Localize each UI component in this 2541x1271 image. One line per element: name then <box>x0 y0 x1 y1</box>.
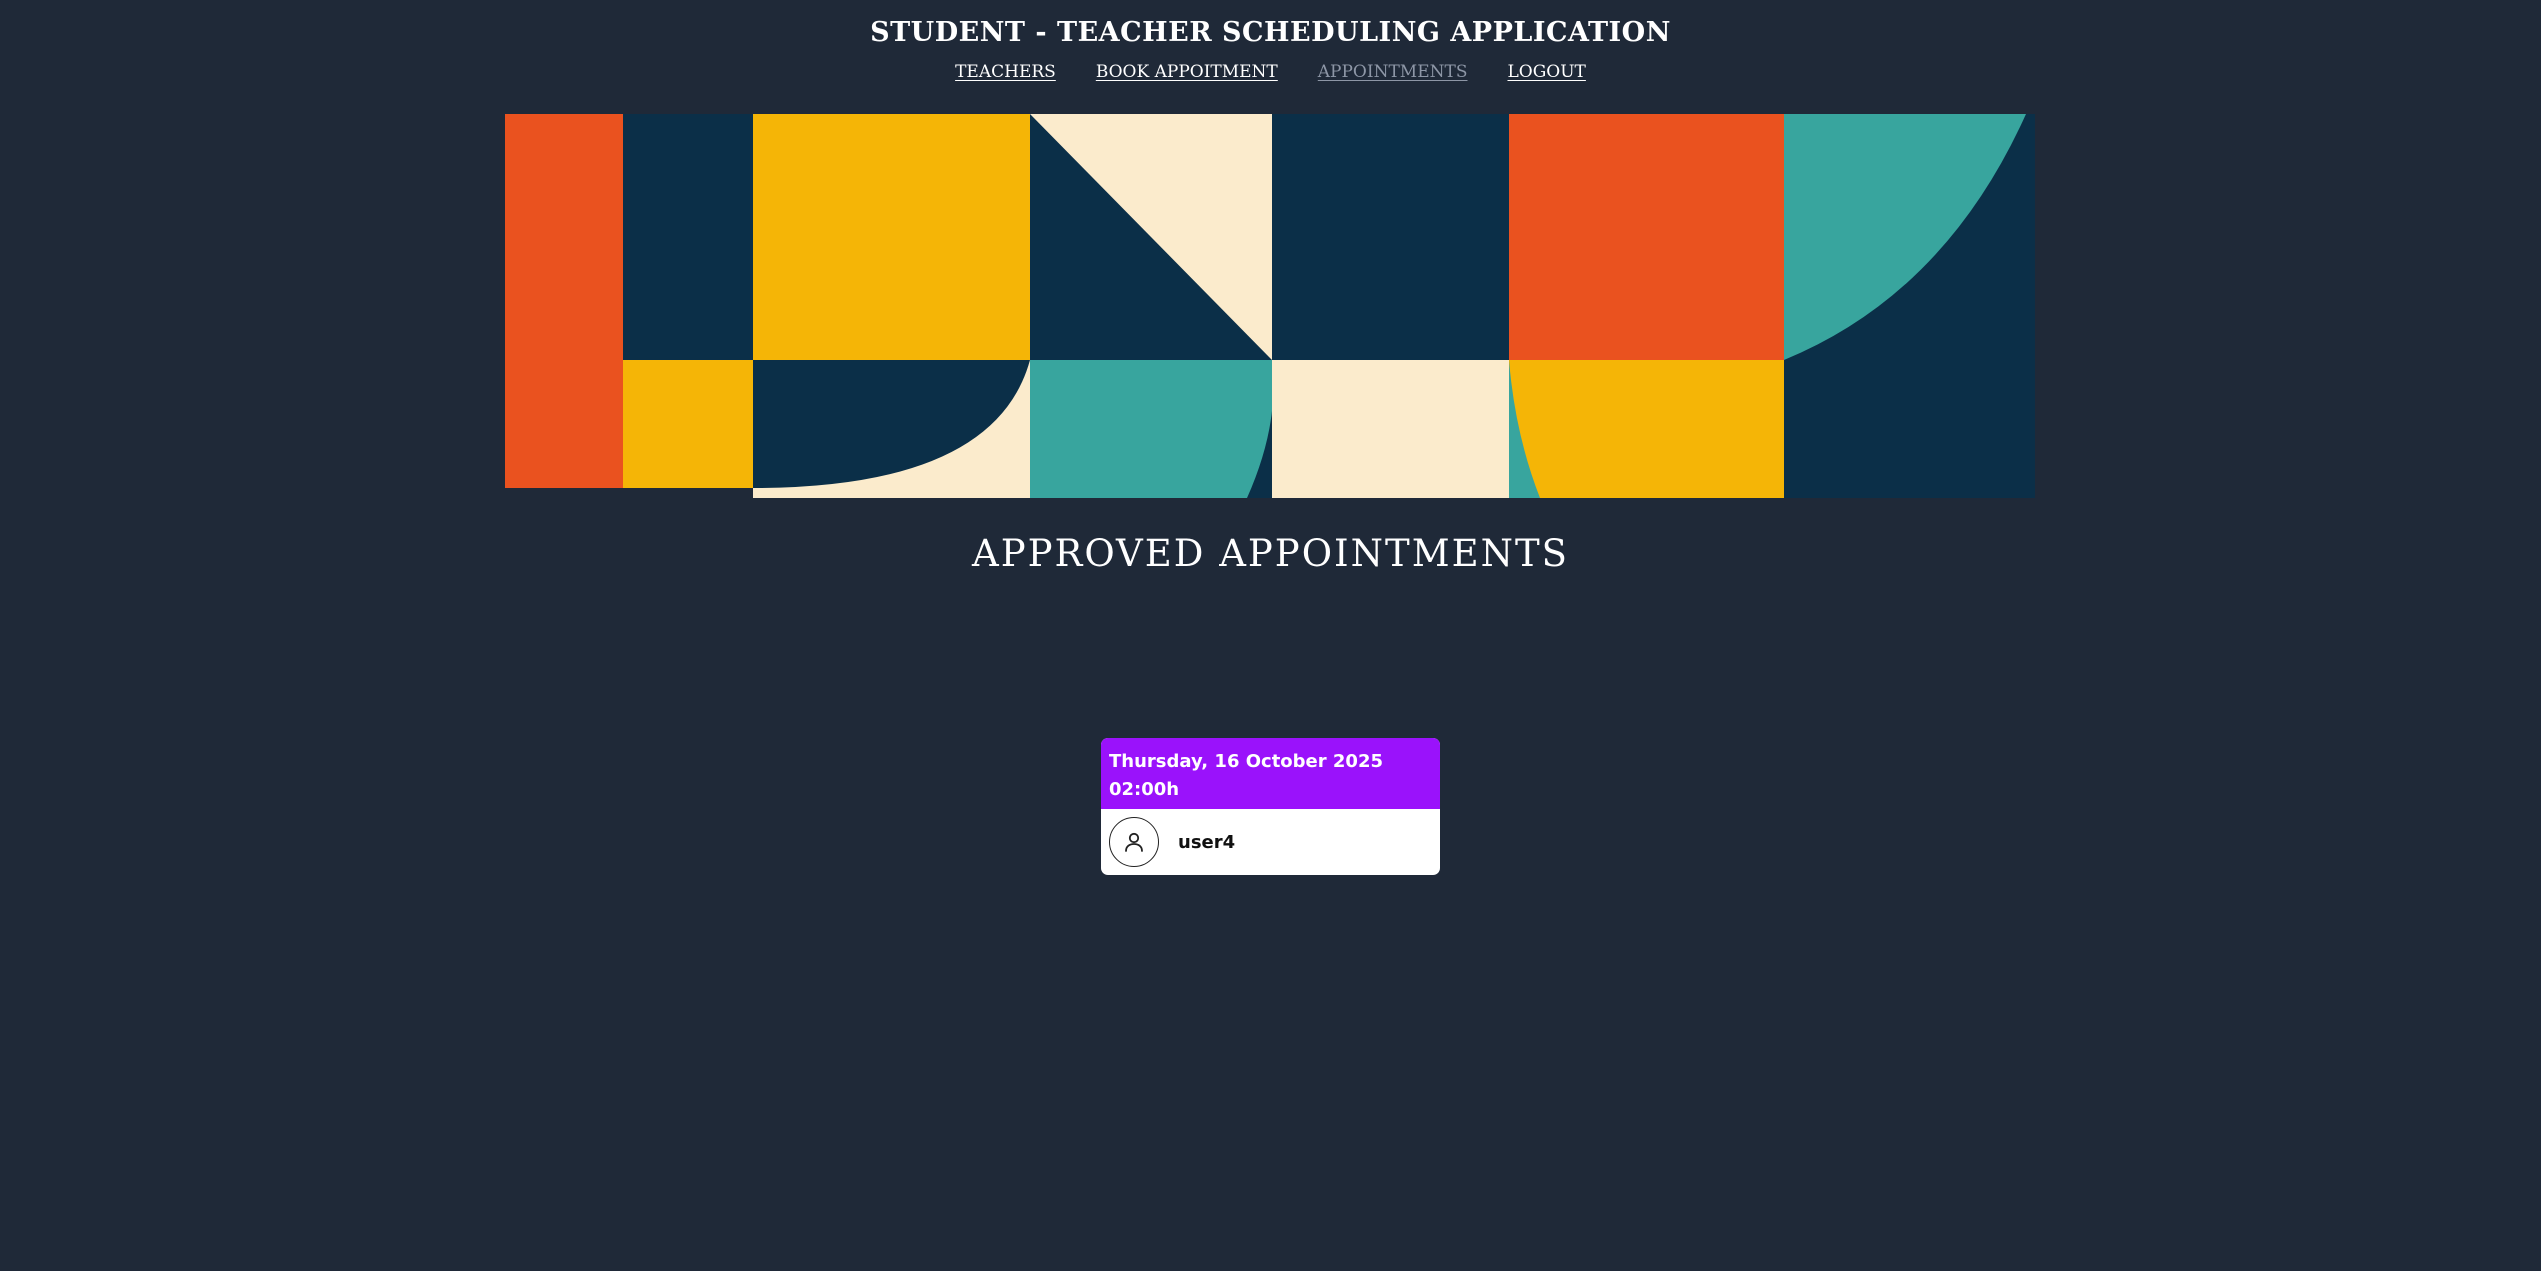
main-nav: TEACHERS BOOK APPOITMENT APPOINTMENTS LO… <box>0 62 2541 82</box>
appointment-card[interactable]: Thursday, 16 October 2025 02:00h user4 <box>1101 738 1440 875</box>
geometric-banner-image <box>505 114 2035 498</box>
nav-link-logout[interactable]: LOGOUT <box>1507 62 1585 82</box>
nav-link-appointments[interactable]: APPOINTMENTS <box>1318 62 1468 82</box>
app-title: STUDENT - TEACHER SCHEDULING APPLICATION <box>870 17 1671 48</box>
user-outline-icon <box>1125 832 1143 852</box>
appointment-time: 02:00h <box>1109 779 1180 800</box>
avatar <box>1109 817 1159 867</box>
app-header: STUDENT - TEACHER SCHEDULING APPLICATION… <box>0 0 2541 82</box>
nav-link-book-appointment[interactable]: BOOK APPOITMENT <box>1096 62 1278 82</box>
appointment-date: Thursday, 16 October 2025 <box>1109 751 1384 772</box>
page-heading: APPROVED APPOINTMENTS <box>971 532 1570 575</box>
appointment-card-header: Thursday, 16 October 2025 02:00h <box>1101 738 1440 809</box>
nav-link-teachers[interactable]: TEACHERS <box>955 62 1056 82</box>
appointment-username: user4 <box>1178 831 1236 853</box>
appointment-card-body: user4 <box>1101 809 1440 875</box>
